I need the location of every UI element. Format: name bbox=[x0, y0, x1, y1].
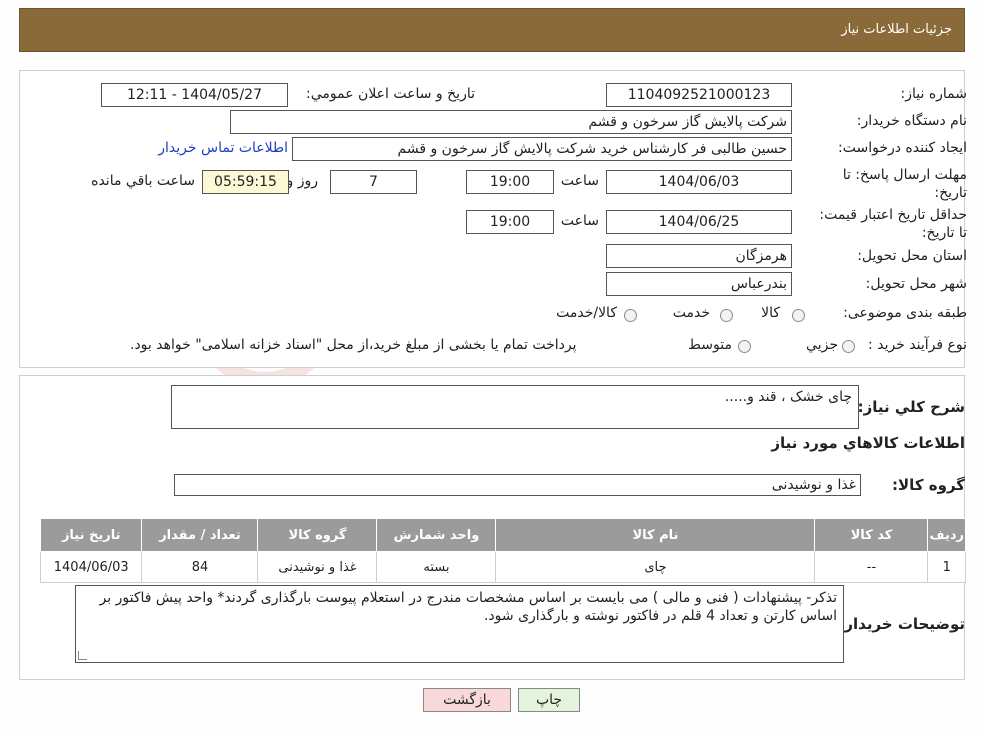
remaining-time-label: ساعت باقي مانده bbox=[91, 173, 195, 189]
need-number-label: شماره نیاز: bbox=[900, 86, 968, 102]
buyer-org-field[interactable]: شرکت پالایش گاز سرخون و قشم bbox=[230, 110, 792, 134]
summary-textarea[interactable]: چای خشک ، قند و..... bbox=[171, 385, 859, 429]
days-field[interactable]: 7 bbox=[330, 170, 417, 194]
goods-table-header-row: رديف كد كالا نام كالا واحد شمارش گروه كا… bbox=[39, 518, 966, 552]
price-validity-date-field[interactable]: 1404/06/25 bbox=[606, 210, 792, 234]
col-quantity: تعداد / مقدار bbox=[141, 518, 259, 552]
deadline-date-field[interactable]: 1404/06/03 bbox=[606, 170, 792, 194]
goods-group-field[interactable]: غذا و نوشیدنی bbox=[174, 474, 861, 496]
creator-field[interactable]: حسین طالبی فر کارشناس خرید شرکت پالایش گ… bbox=[292, 137, 792, 161]
province-field[interactable]: هرمزگان bbox=[606, 244, 792, 268]
announce-datetime-label: تاریخ و ساعت اعلان عمومي: bbox=[306, 86, 475, 102]
cell-item-code: -- bbox=[814, 551, 929, 583]
cell-unit: بسته bbox=[376, 551, 497, 583]
col-group: گروه كالا bbox=[257, 518, 378, 552]
price-validity-time-field[interactable]: 19:00 bbox=[466, 210, 554, 234]
announce-datetime-field[interactable]: 1404/05/27 - 12:11 bbox=[101, 83, 288, 107]
page-header: جزئیات اطلاعات نیاز bbox=[19, 8, 965, 52]
page-title: جزئیات اطلاعات نیاز bbox=[841, 22, 952, 37]
col-row-number: رديف bbox=[927, 518, 966, 552]
print-button[interactable]: چاپ bbox=[518, 688, 580, 712]
cell-row-number: 1 bbox=[927, 551, 966, 583]
category-option-goods: کالا bbox=[761, 305, 780, 321]
resize-grip-icon[interactable] bbox=[78, 651, 87, 660]
buyer-notes-text: تذکر- پیشنهادات ( فنی و مالی ) می بایست … bbox=[99, 590, 837, 624]
price-validity-time-label: ساعت bbox=[560, 213, 599, 229]
category-option-goods-service: کالا/خدمت bbox=[556, 305, 617, 321]
col-unit: واحد شمارش bbox=[376, 518, 497, 552]
buyer-notes-textarea[interactable]: تذکر- پیشنهادات ( فنی و مالی ) می بایست … bbox=[75, 585, 844, 663]
province-label: استان محل تحویل: bbox=[857, 248, 967, 264]
goods-table: رديف كد كالا نام كالا واحد شمارش گروه كا… bbox=[39, 518, 966, 583]
buyer-org-label: نام دستگاه خریدار: bbox=[856, 113, 967, 129]
buyer-contact-link[interactable]: اطلاعات تماس خریدار bbox=[158, 140, 288, 156]
days-label: روز و bbox=[286, 173, 319, 189]
remaining-time-field: 05:59:15 bbox=[202, 170, 289, 194]
city-field[interactable]: بندرعباس bbox=[606, 272, 792, 296]
cell-quantity: 84 bbox=[141, 551, 259, 583]
goods-info-title: اطلاعات كالاهاي مورد نياز bbox=[771, 434, 965, 452]
city-label: شهر محل تحویل: bbox=[865, 276, 967, 292]
process-note: پرداخت تمام یا بخشی از مبلغ خرید،از محل … bbox=[130, 337, 577, 353]
back-button[interactable]: بازگشت bbox=[423, 688, 511, 712]
deadline-time-field[interactable]: 19:00 bbox=[466, 170, 554, 194]
category-option-service: خدمت bbox=[672, 305, 710, 321]
price-validity-label: حداقل تاریخ اعتبار قیمت: تا تاریخ: bbox=[819, 207, 967, 241]
table-row[interactable]: 1 -- چای بسته غذا و نوشیدنی 84 1404/06/0… bbox=[39, 551, 966, 583]
category-radio-goods-service[interactable] bbox=[624, 309, 637, 322]
category-label: طبقه بندی موضوعی: bbox=[843, 305, 967, 321]
col-need-date: تاريخ نياز bbox=[39, 518, 143, 552]
buyer-notes-label: توضیحات خریدار: bbox=[838, 615, 965, 633]
cell-item-name: چای bbox=[495, 551, 816, 583]
category-radio-goods[interactable] bbox=[792, 309, 805, 322]
creator-label: ایجاد کننده درخواست: bbox=[838, 140, 967, 156]
deadline-time-label: ساعت bbox=[560, 173, 599, 189]
deadline-label: مهلت ارسال پاسخ: تا تاریخ: bbox=[842, 167, 967, 201]
need-number-field[interactable]: 1104092521000123 bbox=[606, 83, 792, 107]
summary-label: شرح كلي نياز: bbox=[857, 398, 965, 416]
col-item-code: كد كالا bbox=[814, 518, 929, 552]
category-radio-service[interactable] bbox=[720, 309, 733, 322]
cell-need-date: 1404/06/03 bbox=[39, 551, 143, 583]
cell-group: غذا و نوشیدنی bbox=[257, 551, 378, 583]
col-item-name: نام كالا bbox=[495, 518, 816, 552]
goods-group-label: گروه كالا: bbox=[892, 476, 965, 494]
